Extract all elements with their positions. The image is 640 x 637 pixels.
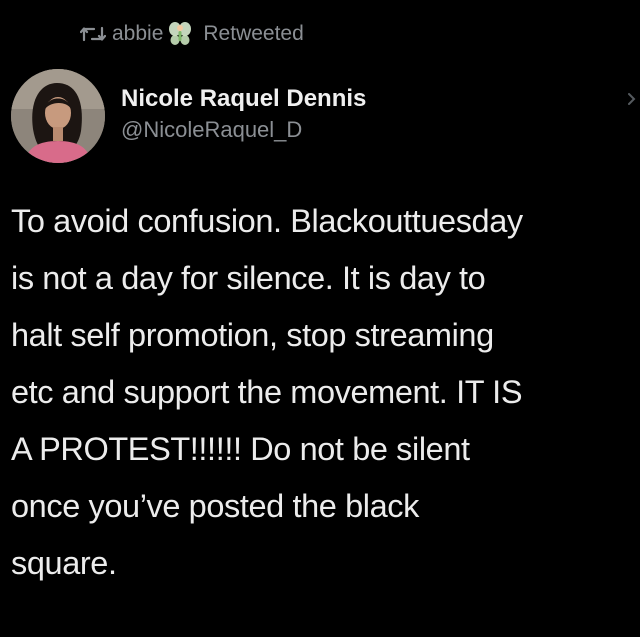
tweet-author[interactable]: Nicole Raquel Dennis @NicoleRaquel_D (121, 84, 366, 144)
avatar[interactable] (11, 69, 105, 163)
chevron-down-icon[interactable] (628, 92, 638, 106)
tweet-text: To avoid confusion. Blackouttuesday is n… (11, 193, 639, 592)
author-handle[interactable]: @NicoleRaquel_D (121, 116, 366, 144)
tweet-text-line: A PROTEST!!!!!! Do not be silent (11, 431, 470, 467)
tweet-text-line: halt self promotion, stop streaming (11, 317, 494, 353)
tweet-text-line: once you’ve posted the black (11, 488, 419, 524)
tweet-text-line: square. (11, 545, 117, 581)
tweet-text-line: is not a day for silence. It is day to (11, 260, 486, 296)
fairy-emoji-icon (167, 21, 193, 47)
retweet-icon (79, 23, 107, 45)
retweet-context[interactable]: abbie Retweeted (79, 20, 304, 48)
retweeted-label: Retweeted (203, 22, 304, 45)
tweet-text-line: etc and support the movement. IT IS (11, 374, 523, 410)
tweet-text-line: To avoid confusion. Blackouttuesday (11, 203, 523, 239)
retweeter-name[interactable]: abbie (112, 22, 163, 46)
author-name[interactable]: Nicole Raquel Dennis (121, 84, 366, 114)
